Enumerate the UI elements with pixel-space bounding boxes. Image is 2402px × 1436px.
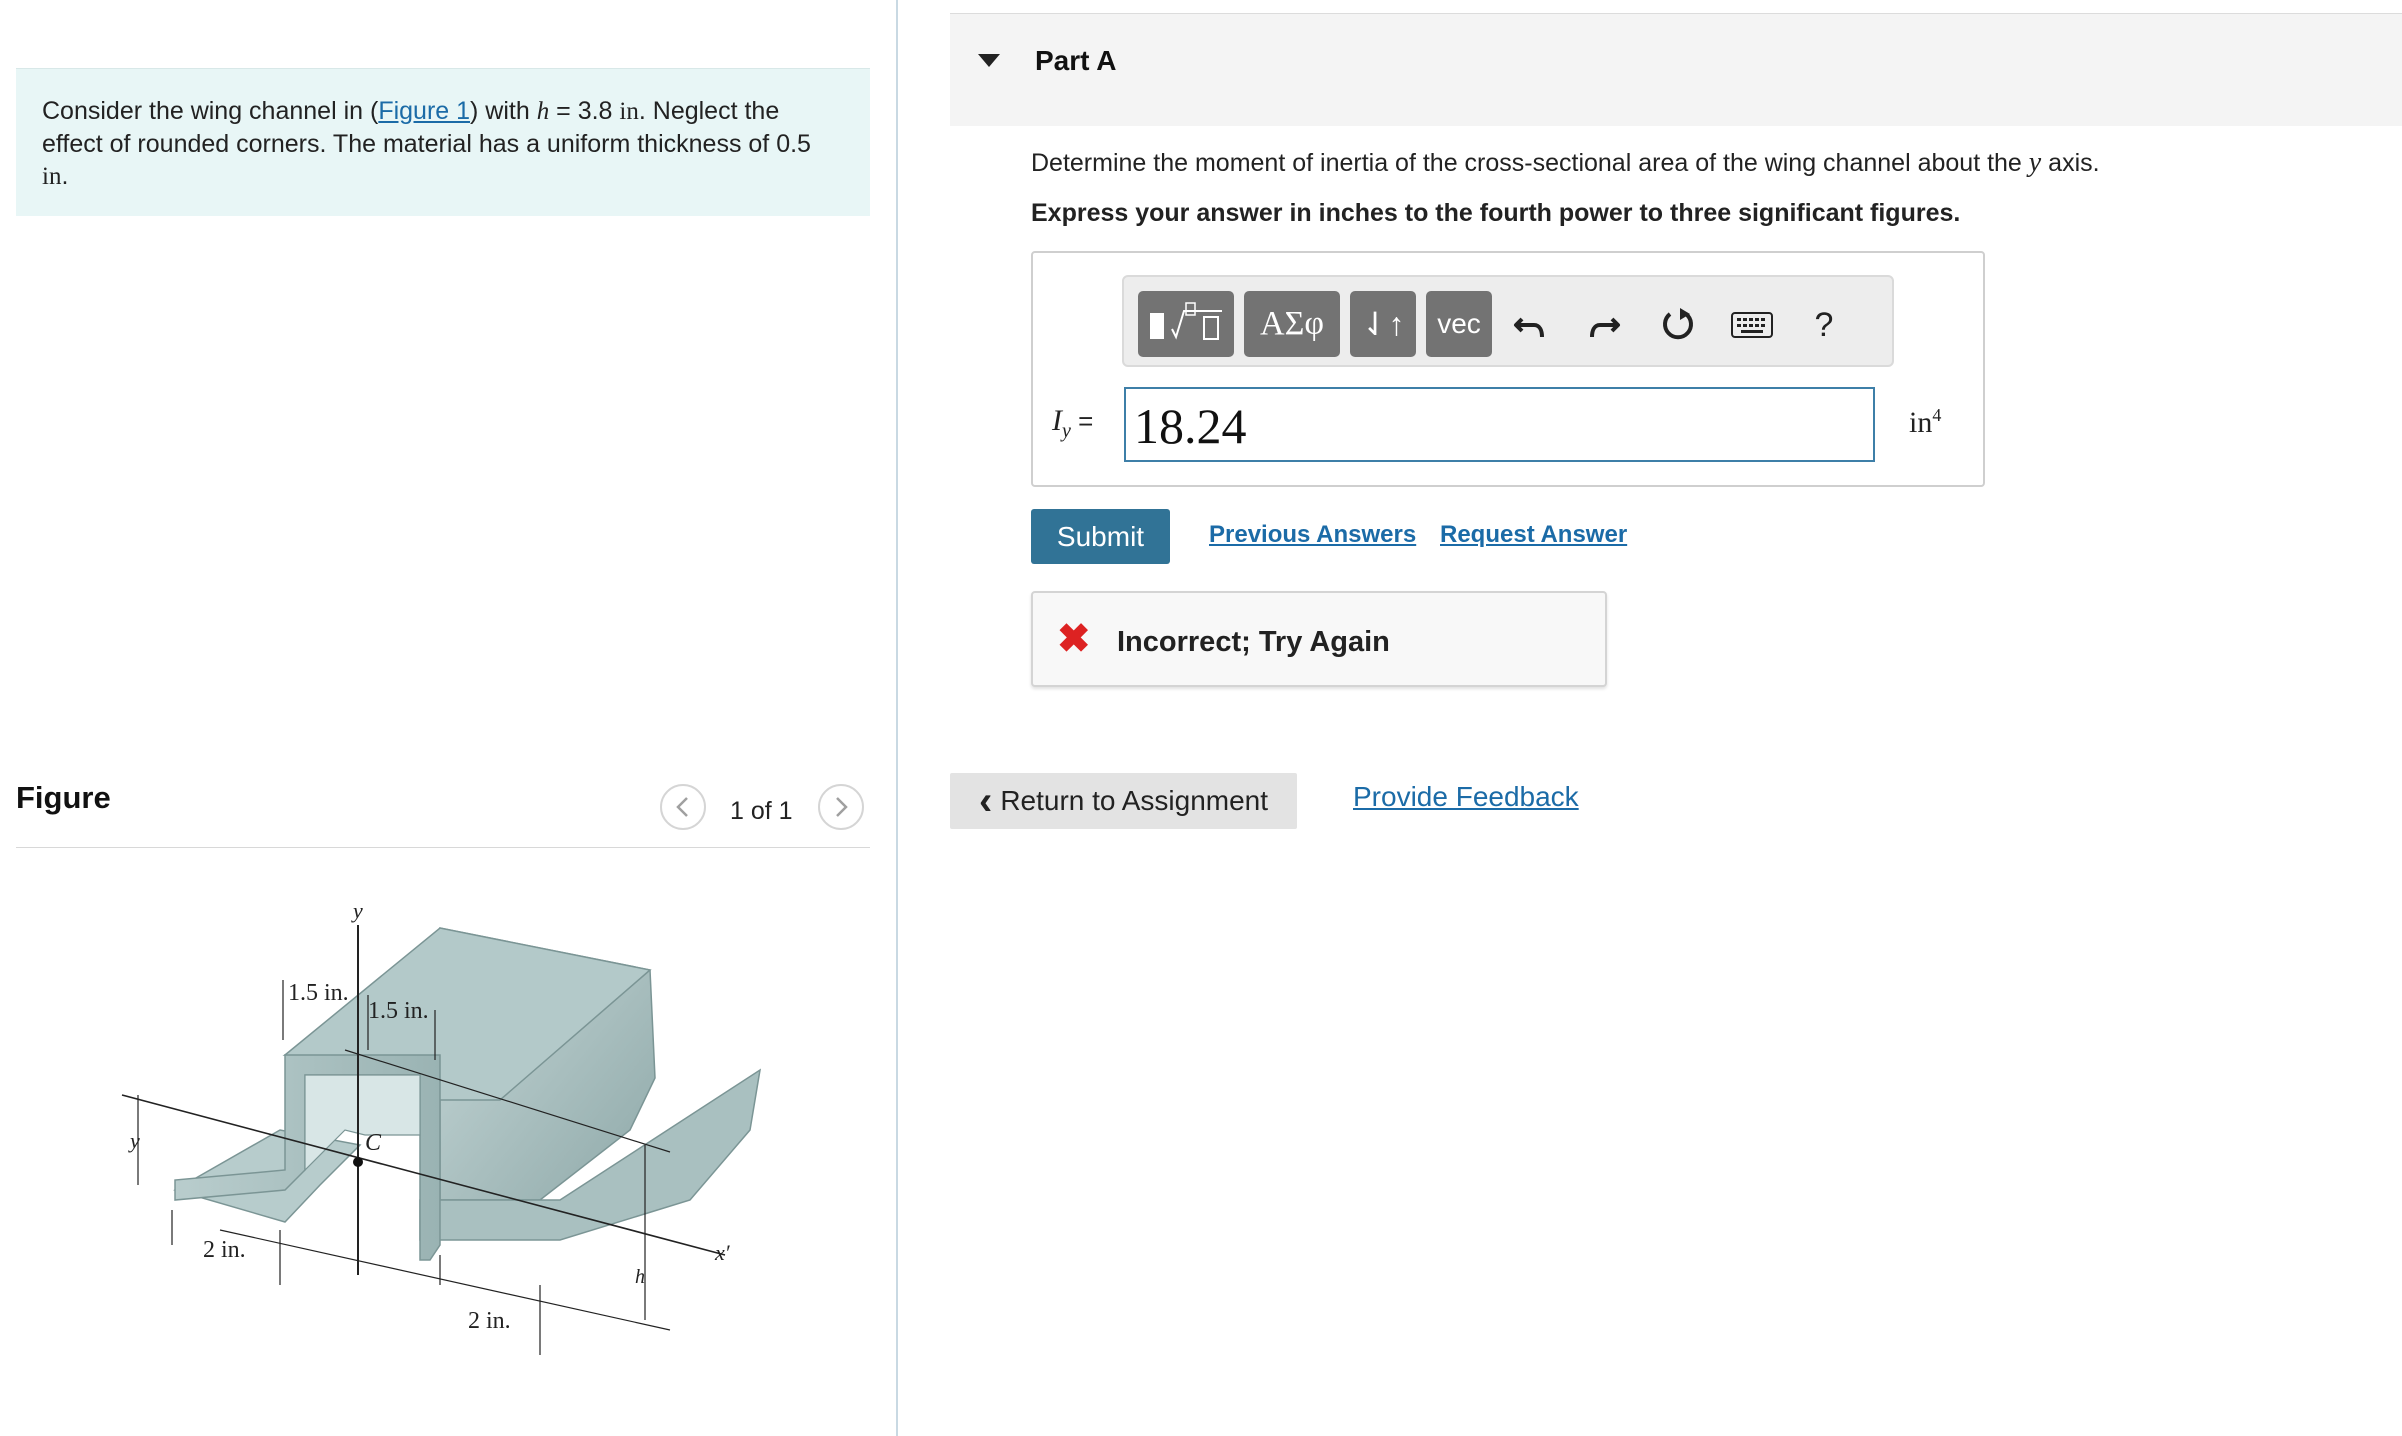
subscript-superscript-button[interactable]: ⇃↑ bbox=[1350, 291, 1416, 357]
thickness-value: 0.5 bbox=[776, 130, 811, 158]
figure-title: Figure bbox=[16, 780, 111, 815]
label-centroid: C bbox=[365, 1130, 382, 1156]
reference-line-lower bbox=[219, 1229, 671, 1331]
provide-feedback-link[interactable]: Provide Feedback bbox=[1353, 781, 1579, 813]
label-dim-2: 1.5 in. bbox=[368, 998, 429, 1024]
collapse-caret-icon[interactable] bbox=[978, 54, 1000, 67]
undo-icon bbox=[1514, 317, 1544, 338]
templates-icon bbox=[1150, 302, 1222, 340]
figure-divider bbox=[16, 847, 870, 848]
keyboard-button[interactable] bbox=[1724, 295, 1780, 355]
h-value: = 3.8 bbox=[549, 97, 620, 125]
chevron-left-icon bbox=[676, 797, 688, 817]
reset-icon bbox=[1663, 308, 1693, 340]
label-dim-1: 1.5 in. bbox=[288, 980, 349, 1006]
answer-label-equals: = bbox=[1070, 406, 1094, 436]
problem-text-2: ) with bbox=[470, 97, 537, 125]
vector-button[interactable]: vec bbox=[1426, 291, 1492, 357]
keyboard-icon bbox=[1731, 312, 1773, 338]
incorrect-icon: ✖ bbox=[1057, 617, 1091, 661]
previous-answers-link[interactable]: Previous Answers bbox=[1209, 521, 1416, 549]
problem-statement: Consider the wing channel in (Figure 1) … bbox=[16, 68, 870, 216]
label-x-prime: x′ bbox=[714, 1240, 731, 1265]
question-text: Determine the moment of inertia of the c… bbox=[1031, 147, 2100, 179]
part-header[interactable] bbox=[950, 14, 2402, 126]
label-bottom-width: 2 in. bbox=[468, 1308, 511, 1334]
centroid-point bbox=[353, 1157, 363, 1167]
unit-base: in bbox=[1909, 406, 1933, 439]
return-to-assignment-button[interactable]: ‹ Return to Assignment bbox=[950, 773, 1297, 829]
help-button[interactable]: ? bbox=[1796, 295, 1852, 355]
problem-text-end: . bbox=[61, 162, 69, 190]
templates-button[interactable] bbox=[1138, 291, 1234, 357]
answer-label-symbol: I bbox=[1052, 404, 1062, 437]
label-h: h bbox=[635, 1266, 645, 1288]
h-variable: h bbox=[536, 98, 550, 125]
math-toolbar: ΑΣφ ⇃↑ vec ? bbox=[1122, 275, 1894, 367]
reset-button[interactable] bbox=[1650, 295, 1706, 355]
thickness-unit: in bbox=[42, 163, 62, 190]
label-left-width: 2 in. bbox=[203, 1237, 246, 1263]
answer-unit: in4 bbox=[1909, 405, 1941, 440]
greek-symbols-button[interactable]: ΑΣφ bbox=[1244, 291, 1340, 357]
figure-next-button[interactable] bbox=[818, 784, 864, 830]
answer-label: Iy = bbox=[1052, 404, 1093, 443]
redo-icon bbox=[1590, 317, 1620, 338]
label-ybar: y bbox=[128, 1128, 140, 1153]
unit-exponent: 4 bbox=[1932, 405, 1942, 425]
redo-button[interactable] bbox=[1576, 295, 1632, 355]
question-text-1: Determine the moment of inertia of the c… bbox=[1031, 149, 2029, 177]
feedback-text: Incorrect; Try Again bbox=[1117, 626, 1390, 658]
answer-label-subscript: y bbox=[1062, 420, 1071, 442]
label-y-axis: y bbox=[351, 900, 363, 923]
problem-text-1: Consider the wing channel in ( bbox=[42, 97, 379, 125]
figure-link[interactable]: Figure 1 bbox=[378, 97, 470, 125]
instruction-text: Express your answer in inches to the fou… bbox=[1031, 199, 1961, 227]
undo-button[interactable] bbox=[1502, 295, 1558, 355]
question-text-2: axis. bbox=[2041, 149, 2100, 177]
chevron-right-icon bbox=[836, 797, 848, 817]
answer-input[interactable]: 18.24 bbox=[1124, 387, 1875, 462]
submit-button[interactable]: Submit bbox=[1031, 509, 1170, 564]
figure-prev-button[interactable] bbox=[660, 784, 706, 830]
figure-counter: 1 of 1 bbox=[730, 797, 793, 825]
request-answer-link[interactable]: Request Answer bbox=[1440, 521, 1627, 549]
wing-channel-figure: y 1.5 in. 1.5 in. C y 2 in. 2 in. h x′ bbox=[121, 900, 762, 1355]
question-variable: y bbox=[2028, 147, 2042, 178]
h-unit: in bbox=[619, 98, 639, 125]
chevron-left-icon: ‹ bbox=[978, 779, 993, 823]
part-title: Part A bbox=[1035, 45, 1117, 76]
panel-divider bbox=[896, 0, 898, 1436]
return-label: Return to Assignment bbox=[1000, 785, 1269, 816]
